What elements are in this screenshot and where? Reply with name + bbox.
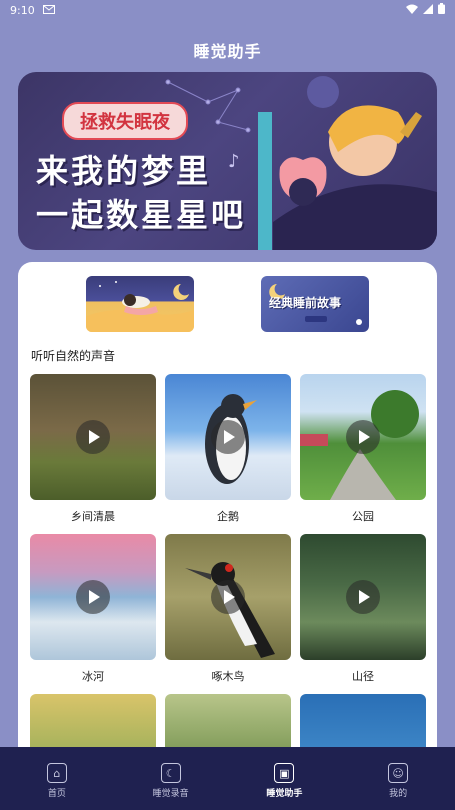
tab-label: 首页 — [47, 789, 66, 799]
signal-icon — [423, 3, 433, 17]
sound-tile-village[interactable]: 乡间清晨 — [30, 374, 156, 524]
home-icon: ⌂ — [46, 763, 67, 783]
mountain-path-thumbnail — [300, 534, 426, 660]
sound-label: 啄木鸟 — [211, 670, 245, 683]
sound-label: 公园 — [352, 510, 374, 523]
wifi-icon — [406, 4, 418, 17]
play-icon[interactable] — [346, 420, 380, 454]
tab-label: 睡觉助手 — [266, 789, 303, 799]
profile-icon: ☺ — [388, 763, 409, 783]
tab-label: 我的 — [389, 789, 408, 799]
sound-label: 企鹅 — [217, 510, 239, 523]
tab-label: 睡觉录音 — [152, 789, 189, 799]
village-thumbnail — [30, 374, 156, 500]
tab-sleep-assistant[interactable]: ▣ 睡觉助手 — [244, 763, 324, 799]
status-bar: 9:10 — [0, 0, 455, 20]
promo-banner[interactable]: ♪ 拯救失眠夜 来我的梦里 一起数星星吧 — [18, 72, 437, 250]
banner-pill: 拯救失眠夜 — [62, 102, 188, 140]
park-thumbnail — [300, 374, 426, 500]
sound-label: 山径 — [352, 670, 374, 683]
sound-tile-glacier[interactable]: 冰河 — [30, 534, 156, 684]
svg-text:♪: ♪ — [228, 151, 240, 172]
sleep-feature-card[interactable] — [86, 276, 194, 332]
sound-label: 冰河 — [82, 670, 104, 683]
moon-record-icon: ☾ — [160, 763, 181, 783]
battery-icon — [438, 3, 445, 17]
section-title: 听听自然的声音 — [31, 349, 116, 363]
main-content: 经典睡前故事 听听自然的声音 乡间清晨 企鹅 公园 冰河 啄木鸟 山径 — [18, 262, 437, 762]
tab-home[interactable]: ⌂ 首页 — [17, 763, 97, 799]
bedtime-story-label: 经典睡前故事 — [269, 296, 342, 310]
woodpecker-thumbnail — [165, 534, 291, 660]
play-icon[interactable] — [211, 420, 245, 454]
gmail-icon — [42, 4, 55, 17]
sound-label: 乡间清晨 — [71, 510, 115, 523]
status-time: 9:10 — [10, 3, 35, 17]
sound-tile-park[interactable]: 公园 — [300, 374, 426, 524]
penguin-thumbnail — [165, 374, 291, 500]
assistant-icon: ▣ — [274, 763, 295, 783]
banner-headline-2: 一起数星星吧 — [36, 196, 247, 234]
sound-tile-woodpecker[interactable]: 啄木鸟 — [165, 534, 291, 684]
play-icon[interactable] — [76, 420, 110, 454]
tab-profile[interactable]: ☺ 我的 — [358, 763, 438, 799]
page-title: 睡觉助手 — [193, 42, 262, 61]
bottom-tab-bar: ⌂ 首页 ☾ 睡觉录音 ▣ 睡觉助手 ☺ 我的 — [0, 747, 455, 810]
play-icon[interactable] — [346, 580, 380, 614]
sound-tile-penguin[interactable]: 企鹅 — [165, 374, 291, 524]
sleeping-girl-illustration — [86, 281, 194, 332]
tab-sleep-recording[interactable]: ☾ 睡觉录音 — [131, 763, 211, 799]
play-icon[interactable] — [211, 580, 245, 614]
banner-headline-1: 来我的梦里 — [36, 152, 212, 190]
glacier-thumbnail — [30, 534, 156, 660]
play-icon[interactable] — [76, 580, 110, 614]
sound-tile-mountain-path[interactable]: 山径 — [300, 534, 426, 684]
bedtime-story-card[interactable]: 经典睡前故事 — [261, 276, 369, 332]
